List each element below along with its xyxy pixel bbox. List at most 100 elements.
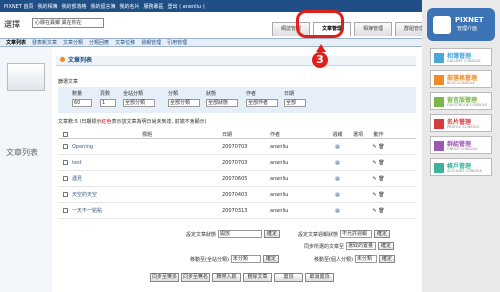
weekly-select[interactable]: 不允許週報 bbox=[340, 230, 373, 238]
row-checkbox[interactable] bbox=[62, 208, 68, 213]
row-title[interactable]: 一天不一點點 bbox=[72, 207, 222, 214]
import-button[interactable]: 轉帶入航 bbox=[212, 273, 241, 282]
row-date: 20070703 bbox=[222, 159, 248, 166]
blog-select-label: 選擇 bbox=[4, 20, 20, 29]
subnav-weekly[interactable]: 週報管理 bbox=[141, 39, 161, 46]
row-date: 20070703 bbox=[222, 143, 248, 150]
row-checkbox[interactable] bbox=[62, 144, 68, 149]
pin-top-button[interactable]: 置頂 bbox=[274, 273, 303, 282]
blog-select[interactable]: 心驛在異鄉 異在你在 bbox=[32, 18, 104, 28]
logo-sub: 管理介面 bbox=[457, 26, 478, 32]
share-select[interactable]: 選取的置量 bbox=[346, 242, 377, 250]
share-label: 同步所選的文章至 bbox=[304, 243, 345, 250]
weekly-icon[interactable]: ▦ bbox=[325, 192, 350, 198]
delete-article-button[interactable]: 刪除文章 bbox=[243, 273, 272, 282]
menu-guestbook-console[interactable]: 留言版管理 GUESTBOOK CONSOLE bbox=[430, 92, 492, 110]
row-checkbox[interactable] bbox=[62, 176, 68, 181]
left-panel-title: 文章列表 bbox=[6, 148, 38, 157]
menu-album-console[interactable]: 相簿管理 GALLERY CONSOLE bbox=[430, 48, 492, 66]
table-row: 天空的天空 20070403 anenliu ▦ ✎ 🗑 bbox=[58, 187, 416, 203]
edit-delete-icons[interactable]: ✎ 🗑 bbox=[366, 144, 391, 150]
top-nav-logout[interactable]: 登出 ( anenliu ) bbox=[168, 3, 205, 10]
menu-profile-console[interactable]: 名片管理 PROFILE CONSOLE bbox=[430, 114, 492, 132]
col-date: 日期 bbox=[222, 131, 233, 138]
subnav-new-article[interactable]: 發表新文章 bbox=[32, 39, 57, 46]
weekly-icon[interactable]: ▦ bbox=[325, 144, 350, 150]
top-nav-home[interactable]: PIXNET 首頁 bbox=[4, 3, 33, 10]
move-site-row: 移動至(全站分類) 未分類 確定 bbox=[190, 255, 279, 263]
bullet-icon bbox=[60, 57, 65, 62]
move-row: 移動至(個人分類) 未分類 確定 bbox=[314, 255, 395, 263]
weekly-icon[interactable]: ▦ bbox=[325, 208, 350, 214]
weekly-confirm-button[interactable]: 確定 bbox=[374, 230, 391, 238]
move-confirm-button[interactable]: 確定 bbox=[378, 255, 395, 263]
top-nav-blog[interactable]: 我的部落格 bbox=[61, 3, 86, 10]
step-number-badge: 3 bbox=[312, 52, 328, 68]
top-nav-service[interactable]: 服務專區 bbox=[144, 3, 164, 10]
account-icon bbox=[434, 163, 444, 173]
row-title[interactable]: 遇見 bbox=[72, 175, 222, 182]
subnav-trackback[interactable]: 引用管理 bbox=[167, 39, 187, 46]
select-all-checkbox[interactable] bbox=[62, 131, 68, 137]
article-count: 文章數:5 (日期標示紅色表示該文章為明日尚未到達, 前端不會顯示) bbox=[58, 118, 207, 125]
filter-count-select[interactable]: 60 bbox=[72, 99, 92, 107]
row-title[interactable]: 天空的天空 bbox=[72, 191, 222, 198]
filter-date-label: 日期 bbox=[284, 91, 295, 97]
filter-status-label: 狀態 bbox=[206, 91, 217, 97]
share-confirm-button[interactable]: 確定 bbox=[378, 242, 395, 250]
status-confirm-button[interactable]: 確定 bbox=[264, 230, 281, 238]
top-nav-album[interactable]: 我的相簿 bbox=[37, 3, 57, 10]
share-row: 同步所選的文章至 選取的置量 確定 bbox=[304, 242, 395, 250]
row-author: anenliu bbox=[270, 191, 289, 198]
tab-album-manage[interactable]: 相簿管理 bbox=[354, 22, 392, 36]
article-count-prefix: 文章數:5 (日期標示 bbox=[58, 119, 102, 125]
unpin-top-button[interactable]: 取消置頂 bbox=[305, 273, 334, 282]
menu-blog-console[interactable]: 部落格管理 BLOG CONSOLE bbox=[430, 70, 492, 88]
move-site-confirm-button[interactable]: 確定 bbox=[262, 255, 279, 263]
subnav-category-reply[interactable]: 分類回應 bbox=[89, 39, 109, 46]
album-icon bbox=[434, 53, 444, 63]
row-author: anenliu bbox=[270, 159, 289, 166]
menu-account-console[interactable]: 帳戶管理 ACCOUNT CONSOLE bbox=[430, 158, 492, 176]
row-title[interactable]: test bbox=[72, 160, 222, 166]
edit-delete-icons[interactable]: ✎ 🗑 bbox=[366, 160, 391, 166]
row-checkbox[interactable] bbox=[62, 160, 68, 165]
move-select[interactable]: 未分類 bbox=[354, 255, 377, 263]
weekly-icon[interactable]: ▦ bbox=[325, 160, 350, 166]
table-header: 標題 日期 作者 週報 選項 動作 bbox=[58, 130, 416, 139]
sync-lota-button[interactable]: 同步至樂多 bbox=[150, 273, 179, 282]
row-title[interactable]: Opening bbox=[72, 144, 222, 150]
subnav-article-move[interactable]: 文章位移 bbox=[115, 39, 135, 46]
subnav-article-category[interactable]: 文章分類 bbox=[63, 39, 83, 46]
menu-group-console[interactable]: 群組管理 GROUP CONSOLE bbox=[430, 136, 492, 154]
article-count-suffix: 表示該文章為明日尚未到達, 前端不會顯示) bbox=[111, 119, 207, 125]
top-nav-guestbook[interactable]: 我的留言簿 bbox=[91, 3, 116, 10]
table-row: test 20070703 anenliu ▦ ✎ 🗑 bbox=[58, 155, 416, 171]
filter-category-select[interactable]: 全部分類 bbox=[168, 99, 200, 107]
filter-date-select[interactable]: 全部 bbox=[284, 99, 306, 107]
top-nav-profile[interactable]: 我的名片 bbox=[120, 3, 140, 10]
col-action: 動作 bbox=[373, 131, 384, 138]
status-select[interactable]: 開放 bbox=[218, 230, 263, 238]
edit-delete-icons[interactable]: ✎ 🗑 bbox=[366, 208, 391, 214]
menu-sub: ACCOUNT CONSOLE bbox=[447, 169, 483, 173]
filter-status-select[interactable]: 全部狀態 bbox=[206, 99, 238, 107]
menu-sub: GUESTBOOK CONSOLE bbox=[447, 103, 488, 107]
move-site-select[interactable]: 未分類 bbox=[230, 255, 261, 263]
weekly-row: 設定文章週報狀態 不允許週報 確定 bbox=[298, 230, 391, 238]
weekly-icon[interactable]: ▦ bbox=[325, 176, 350, 182]
row-checkbox[interactable] bbox=[62, 192, 68, 197]
sync-wretch-button[interactable]: 同步至無名 bbox=[181, 273, 210, 282]
console-menu: 相簿管理 GALLERY CONSOLE 部落格管理 BLOG CONSOLE … bbox=[430, 48, 492, 180]
filter-author-select[interactable]: 全部作者 bbox=[246, 99, 278, 107]
menu-sub: BLOG CONSOLE bbox=[447, 81, 475, 85]
row-author: anenliu bbox=[270, 207, 289, 214]
filter-site-category-select[interactable]: 全部分類 bbox=[123, 99, 155, 107]
subnav-article-list[interactable]: 文章列表 bbox=[6, 39, 26, 46]
sub-nav: 文章列表 發表新文章 文章分類 分類回應 文章位移 週報管理 引用管理 bbox=[0, 38, 422, 47]
filter-page-select[interactable]: 1 bbox=[100, 99, 116, 107]
section-title-text: 文章列表 bbox=[68, 57, 93, 64]
edit-delete-icons[interactable]: ✎ 🗑 bbox=[366, 176, 391, 182]
pixnet-mark-icon bbox=[433, 16, 451, 34]
edit-delete-icons[interactable]: ✎ 🗑 bbox=[366, 192, 391, 198]
